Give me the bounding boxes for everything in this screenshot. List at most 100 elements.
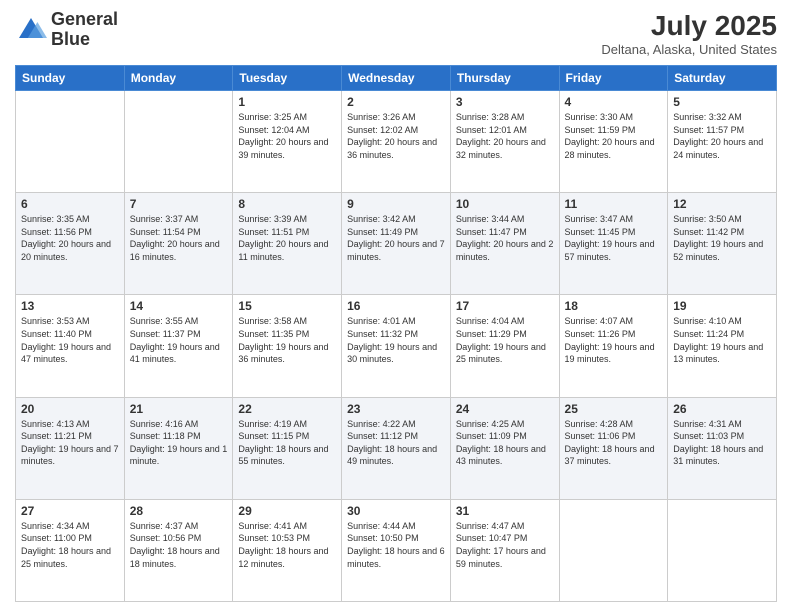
calendar-cell: 2 Sunrise: 3:26 AM Sunset: 12:02 AM Dayli… [342, 91, 451, 193]
day-number: 20 [21, 402, 119, 416]
calendar-header-row: SundayMondayTuesdayWednesdayThursdayFrid… [16, 66, 777, 91]
calendar-cell: 20 Sunrise: 4:13 AM Sunset: 11:21 PM Dayl… [16, 397, 125, 499]
logo-line1: General [51, 10, 118, 30]
day-info: Sunrise: 4:28 AM Sunset: 11:06 PM Daylig… [565, 418, 663, 468]
day-info: Sunrise: 4:13 AM Sunset: 11:21 PM Daylig… [21, 418, 119, 468]
day-number: 3 [456, 95, 554, 109]
day-info: Sunrise: 3:37 AM Sunset: 11:54 PM Daylig… [130, 213, 228, 263]
day-info: Sunrise: 4:19 AM Sunset: 11:15 PM Daylig… [238, 418, 336, 468]
day-number: 26 [673, 402, 771, 416]
calendar-cell: 7 Sunrise: 3:37 AM Sunset: 11:54 PM Dayli… [124, 193, 233, 295]
day-number: 18 [565, 299, 663, 313]
day-info: Sunrise: 4:01 AM Sunset: 11:32 PM Daylig… [347, 315, 445, 365]
calendar-cell: 26Sunrise: 4:31 AM Sunset: 11:03 PM Dayl… [668, 397, 777, 499]
title-block: July 2025 Deltana, Alaska, United States [601, 10, 777, 57]
day-info: Sunrise: 4:07 AM Sunset: 11:26 PM Daylig… [565, 315, 663, 365]
col-header-sunday: Sunday [16, 66, 125, 91]
col-header-tuesday: Tuesday [233, 66, 342, 91]
day-info: Sunrise: 3:58 AM Sunset: 11:35 PM Daylig… [238, 315, 336, 365]
calendar-week-row: 13Sunrise: 3:53 AM Sunset: 11:40 PM Dayl… [16, 295, 777, 397]
calendar-cell: 21 Sunrise: 4:16 AM Sunset: 11:18 PM Dayl… [124, 397, 233, 499]
col-header-monday: Monday [124, 66, 233, 91]
calendar-cell: 10Sunrise: 3:44 AM Sunset: 11:47 PM Dayl… [450, 193, 559, 295]
month-year-title: July 2025 [601, 10, 777, 42]
calendar-cell: 3 Sunrise: 3:28 AM Sunset: 12:01 AM Dayli… [450, 91, 559, 193]
calendar-week-row: 20 Sunrise: 4:13 AM Sunset: 11:21 PM Dayl… [16, 397, 777, 499]
day-info: Sunrise: 4:25 AM Sunset: 11:09 PM Daylig… [456, 418, 554, 468]
day-number: 16 [347, 299, 445, 313]
calendar-cell: 13Sunrise: 3:53 AM Sunset: 11:40 PM Dayl… [16, 295, 125, 397]
calendar-table: SundayMondayTuesdayWednesdayThursdayFrid… [15, 65, 777, 602]
calendar-cell: 14 Sunrise: 3:55 AM Sunset: 11:37 PM Dayl… [124, 295, 233, 397]
day-info: Sunrise: 3:39 AM Sunset: 11:51 PM Daylig… [238, 213, 336, 263]
day-number: 9 [347, 197, 445, 211]
calendar-cell [16, 91, 125, 193]
calendar-cell [559, 499, 668, 601]
day-number: 15 [238, 299, 336, 313]
day-info: Sunrise: 3:32 AM Sunset: 11:57 PM Daylig… [673, 111, 771, 161]
day-number: 7 [130, 197, 228, 211]
day-info: Sunrise: 3:35 AM Sunset: 11:56 PM Daylig… [21, 213, 119, 263]
day-number: 28 [130, 504, 228, 518]
day-info: Sunrise: 3:25 AM Sunset: 12:04 AM Daylig… [238, 111, 336, 161]
day-info: Sunrise: 4:16 AM Sunset: 11:18 PM Daylig… [130, 418, 228, 468]
day-number: 4 [565, 95, 663, 109]
calendar-cell: 25 Sunrise: 4:28 AM Sunset: 11:06 PM Dayl… [559, 397, 668, 499]
location-text: Deltana, Alaska, United States [601, 42, 777, 57]
day-info: Sunrise: 3:44 AM Sunset: 11:47 PM Daylig… [456, 213, 554, 263]
day-info: Sunrise: 3:26 AM Sunset: 12:02 AM Daylig… [347, 111, 445, 161]
logo-icon [15, 14, 47, 46]
calendar-cell: 5Sunrise: 3:32 AM Sunset: 11:57 PM Dayli… [668, 91, 777, 193]
day-number: 1 [238, 95, 336, 109]
calendar-cell: 6 Sunrise: 3:35 AM Sunset: 11:56 PM Dayli… [16, 193, 125, 295]
day-info: Sunrise: 4:37 AM Sunset: 10:56 PM Daylig… [130, 520, 228, 570]
calendar-cell: 22 Sunrise: 4:19 AM Sunset: 11:15 PM Dayl… [233, 397, 342, 499]
calendar-cell: 19Sunrise: 4:10 AM Sunset: 11:24 PM Dayl… [668, 295, 777, 397]
logo-line2: Blue [51, 30, 118, 50]
calendar-cell: 4 Sunrise: 3:30 AM Sunset: 11:59 PM Dayli… [559, 91, 668, 193]
day-info: Sunrise: 4:41 AM Sunset: 10:53 PM Daylig… [238, 520, 336, 570]
calendar-cell: 8 Sunrise: 3:39 AM Sunset: 11:51 PM Dayli… [233, 193, 342, 295]
page: General Blue July 2025 Deltana, Alaska, … [0, 0, 792, 612]
day-number: 8 [238, 197, 336, 211]
day-info: Sunrise: 3:47 AM Sunset: 11:45 PM Daylig… [565, 213, 663, 263]
day-number: 22 [238, 402, 336, 416]
calendar-cell: 9 Sunrise: 3:42 AM Sunset: 11:49 PM Dayli… [342, 193, 451, 295]
day-number: 12 [673, 197, 771, 211]
logo-text: General Blue [51, 10, 118, 50]
day-number: 11 [565, 197, 663, 211]
col-header-friday: Friday [559, 66, 668, 91]
day-info: Sunrise: 4:22 AM Sunset: 11:12 PM Daylig… [347, 418, 445, 468]
day-info: Sunrise: 3:55 AM Sunset: 11:37 PM Daylig… [130, 315, 228, 365]
day-number: 21 [130, 402, 228, 416]
day-number: 27 [21, 504, 119, 518]
day-number: 17 [456, 299, 554, 313]
calendar-cell [668, 499, 777, 601]
calendar-cell: 24 Sunrise: 4:25 AM Sunset: 11:09 PM Dayl… [450, 397, 559, 499]
calendar-cell: 29Sunrise: 4:41 AM Sunset: 10:53 PM Dayl… [233, 499, 342, 601]
day-number: 2 [347, 95, 445, 109]
calendar-cell: 11 Sunrise: 3:47 AM Sunset: 11:45 PM Dayl… [559, 193, 668, 295]
day-number: 24 [456, 402, 554, 416]
day-info: Sunrise: 3:30 AM Sunset: 11:59 PM Daylig… [565, 111, 663, 161]
day-info: Sunrise: 3:28 AM Sunset: 12:01 AM Daylig… [456, 111, 554, 161]
calendar-week-row: 27Sunrise: 4:34 AM Sunset: 11:00 PM Dayl… [16, 499, 777, 601]
day-info: Sunrise: 4:04 AM Sunset: 11:29 PM Daylig… [456, 315, 554, 365]
day-info: Sunrise: 4:44 AM Sunset: 10:50 PM Daylig… [347, 520, 445, 570]
calendar-cell: 31Sunrise: 4:47 AM Sunset: 10:47 PM Dayl… [450, 499, 559, 601]
calendar-cell: 18 Sunrise: 4:07 AM Sunset: 11:26 PM Dayl… [559, 295, 668, 397]
day-number: 31 [456, 504, 554, 518]
col-header-saturday: Saturday [668, 66, 777, 91]
calendar-cell [124, 91, 233, 193]
calendar-cell: 17 Sunrise: 4:04 AM Sunset: 11:29 PM Dayl… [450, 295, 559, 397]
calendar-week-row: 6 Sunrise: 3:35 AM Sunset: 11:56 PM Dayli… [16, 193, 777, 295]
day-number: 14 [130, 299, 228, 313]
day-info: Sunrise: 3:53 AM Sunset: 11:40 PM Daylig… [21, 315, 119, 365]
calendar-cell: 30 Sunrise: 4:44 AM Sunset: 10:50 PM Dayl… [342, 499, 451, 601]
calendar-cell: 15 Sunrise: 3:58 AM Sunset: 11:35 PM Dayl… [233, 295, 342, 397]
day-number: 25 [565, 402, 663, 416]
day-number: 6 [21, 197, 119, 211]
day-number: 30 [347, 504, 445, 518]
day-info: Sunrise: 3:42 AM Sunset: 11:49 PM Daylig… [347, 213, 445, 263]
col-header-thursday: Thursday [450, 66, 559, 91]
